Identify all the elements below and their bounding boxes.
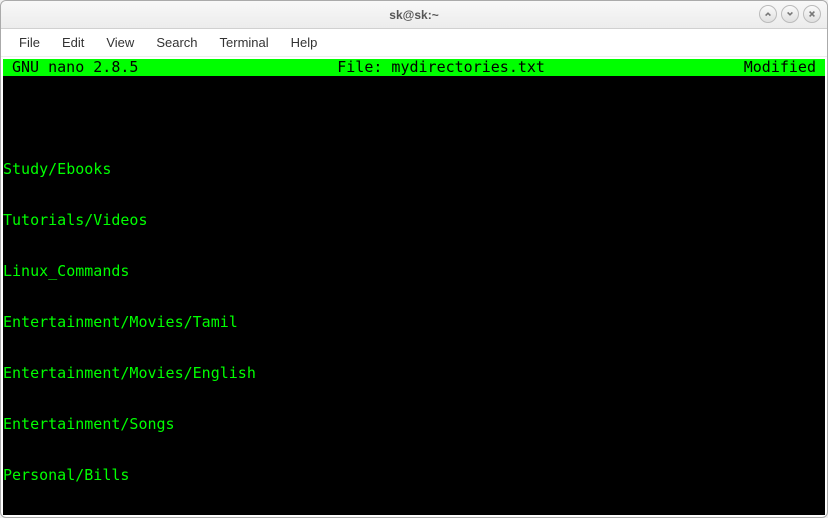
- close-icon: [808, 10, 816, 18]
- editor-line: Entertainment/Movies/Tamil: [3, 314, 825, 331]
- nano-status: Modified: [744, 59, 825, 76]
- window-title: sk@sk:~: [389, 8, 438, 22]
- editor-line: Study/Ebooks: [3, 161, 825, 178]
- editor-line: Entertainment/Movies/English: [3, 365, 825, 382]
- editor-line: Linux_Commands: [3, 263, 825, 280]
- terminal-window: sk@sk:~ File Edit View Search Terminal H…: [0, 0, 828, 518]
- menu-edit[interactable]: Edit: [52, 31, 94, 54]
- window-controls: [759, 5, 821, 23]
- nano-version: GNU nano 2.8.5: [3, 59, 138, 76]
- editor-line: Entertainment/Songs: [3, 416, 825, 433]
- menubar: File Edit View Search Terminal Help: [1, 29, 827, 57]
- blank-line: [3, 110, 825, 127]
- titlebar: sk@sk:~: [1, 1, 827, 29]
- editor-line: Tutorials/Videos: [3, 212, 825, 229]
- nano-file: File: mydirectories.txt: [138, 59, 743, 76]
- nano-header: GNU nano 2.8.5 File: mydirectories.txt M…: [3, 59, 825, 76]
- minimize-icon: [764, 10, 772, 18]
- menu-help[interactable]: Help: [281, 31, 328, 54]
- menu-file[interactable]: File: [9, 31, 50, 54]
- terminal-area[interactable]: GNU nano 2.8.5 File: mydirectories.txt M…: [3, 59, 825, 515]
- close-button[interactable]: [803, 5, 821, 23]
- menu-view[interactable]: View: [96, 31, 144, 54]
- menu-search[interactable]: Search: [146, 31, 207, 54]
- minimize-button[interactable]: [759, 5, 777, 23]
- menu-terminal[interactable]: Terminal: [210, 31, 279, 54]
- maximize-button[interactable]: [781, 5, 799, 23]
- maximize-icon: [786, 10, 794, 18]
- nano-editor-body[interactable]: Study/Ebooks Tutorials/Videos Linux_Comm…: [3, 76, 825, 515]
- editor-line: Personal/Bills: [3, 467, 825, 484]
